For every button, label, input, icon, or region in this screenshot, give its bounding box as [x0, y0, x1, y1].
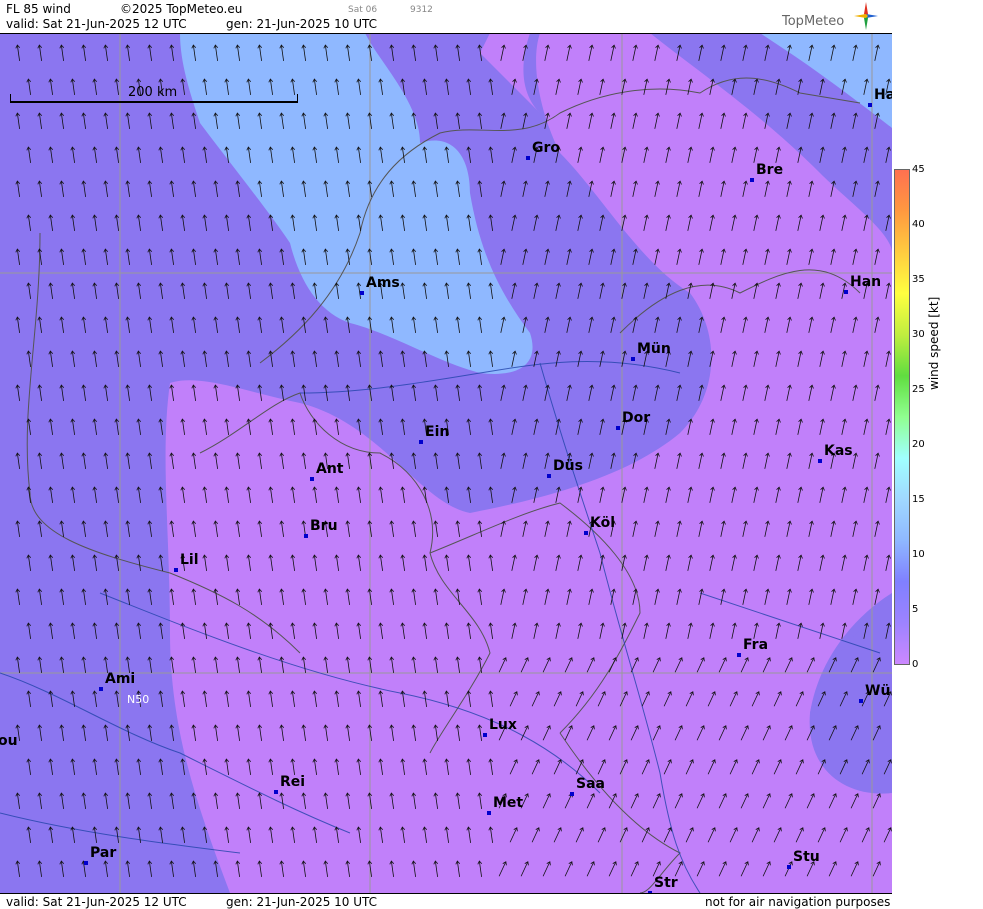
city-label: Ant: [316, 461, 344, 477]
legend-title: wind speed [kt]: [927, 296, 941, 390]
legend-tick: 45: [912, 164, 925, 175]
scale-bar-label: 200 km: [128, 85, 178, 100]
city-label: Par: [90, 845, 117, 861]
legend: 45 40 35 30 25 20 15 10 5 0: [892, 0, 983, 909]
footer-generated-time: gen: 21-Jun-2025 10 UTC: [226, 895, 378, 909]
map-page: 200 km N50 Gro Bre Ha Ams Han Mün Ein Dor Ant Düs…: [0, 0, 983, 909]
wind-map[interactable]: 200 km N50 Gro Bre Ha Ams Han Mün Ein Dor Ant Düs…: [0, 33, 892, 893]
legend-tick: 35: [912, 274, 925, 285]
city-label: Str: [654, 875, 678, 891]
city-label: Bru: [310, 518, 338, 534]
city-dot: [818, 459, 822, 463]
city-label: Lux: [489, 717, 517, 733]
color-scale: [894, 169, 910, 665]
product-title: FL 85 wind: [6, 2, 71, 16]
city-dot: [750, 178, 754, 182]
city-label: Met: [493, 795, 524, 811]
legend-tick: 20: [912, 439, 925, 450]
footer-valid-time: valid: Sat 21-Jun-2025 12 UTC: [6, 895, 187, 909]
city-dot: [310, 477, 314, 481]
topmeteo-logo[interactable]: TopMeteo: [782, 2, 882, 32]
city-dot: [570, 792, 574, 796]
disclaimer: not for air navigation purposes: [705, 895, 891, 909]
city-dot: [483, 733, 487, 737]
city-label: Gro: [532, 140, 561, 156]
legend-tick: 40: [912, 219, 925, 230]
legend-tick: 5: [912, 604, 919, 615]
city-dot: [84, 861, 88, 865]
header: FL 85 wind ©2025 TopMeteo.eu valid: Sat …: [0, 0, 892, 34]
legend-tick: 0: [912, 659, 919, 670]
city-label: Fra: [743, 637, 769, 653]
city-dot: [737, 653, 741, 657]
city-dot: [859, 699, 863, 703]
valid-time: valid: Sat 21-Jun-2025 12 UTC: [6, 17, 187, 31]
city-label: Ha: [874, 87, 892, 103]
legend-tick: 10: [912, 549, 925, 560]
city-dot: [584, 531, 588, 535]
city-label: Saa: [576, 776, 605, 792]
city-label: Köl: [590, 515, 616, 531]
city-label: Rei: [280, 774, 306, 790]
compass-star-icon: [854, 2, 878, 30]
city-label: Ein: [425, 424, 450, 440]
city-label: Wü: [865, 683, 891, 699]
generated-time: gen: 21-Jun-2025 10 UTC: [226, 17, 378, 31]
city-label: Düs: [553, 458, 583, 474]
city-dot: [616, 426, 620, 430]
city-label: Lil: [180, 552, 199, 568]
latitude-label: N50: [127, 693, 150, 706]
city-label: Bre: [756, 162, 784, 178]
logo-text: TopMeteo: [782, 14, 845, 29]
city-label: Mün: [637, 341, 671, 357]
city-dot: [787, 865, 791, 869]
legend-tick: 30: [912, 329, 925, 340]
city-label: Ams: [366, 275, 400, 291]
copyright: ©2025 TopMeteo.eu: [120, 2, 243, 16]
city-dot: [487, 811, 491, 815]
city-dot: [868, 103, 872, 107]
city-dot: [174, 568, 178, 572]
city-dot: [274, 790, 278, 794]
legend-tick: 15: [912, 494, 925, 505]
city-dot: [547, 474, 551, 478]
run-label: Sat 06: [348, 5, 378, 15]
city-dot: [631, 357, 635, 361]
city-dot: [419, 440, 423, 444]
city-dot: [360, 291, 364, 295]
city-dot: [844, 290, 848, 294]
city-label: Dor: [622, 410, 651, 426]
city-label: Ami: [105, 671, 136, 687]
run-code: 9312: [410, 5, 433, 15]
city-label: Han: [850, 274, 882, 290]
city-label: Stu: [793, 849, 820, 865]
city-label: ou: [0, 733, 18, 749]
city-label: Kas: [824, 443, 853, 459]
footer: valid: Sat 21-Jun-2025 12 UTC gen: 21-Ju…: [0, 893, 892, 909]
city-dot: [526, 156, 530, 160]
city-dot: [304, 534, 308, 538]
legend-tick: 25: [912, 384, 925, 395]
city-dot: [99, 687, 103, 691]
